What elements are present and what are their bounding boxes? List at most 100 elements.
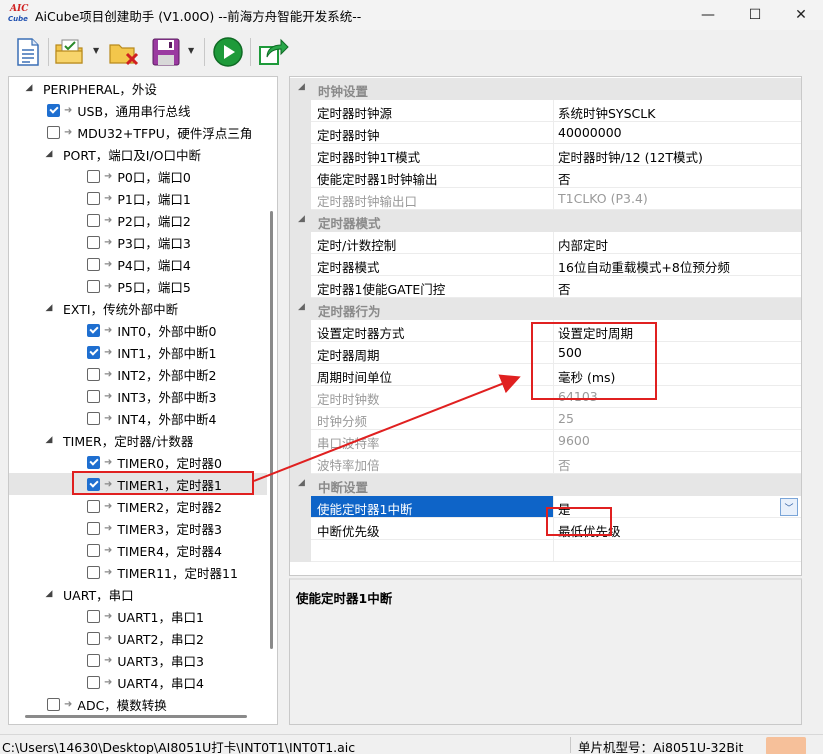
expand-toggle-icon[interactable]: ◢ <box>23 83 35 93</box>
run-button[interactable] <box>212 36 244 68</box>
tree-item[interactable]: ➜ UART3，串口3 <box>9 649 267 671</box>
export-button[interactable] <box>257 36 289 68</box>
open-project-button[interactable] <box>54 36 86 68</box>
tree-item-checkbox[interactable] <box>87 653 100 667</box>
property-name[interactable]: 周期时间单位 <box>311 364 554 386</box>
expand-toggle-icon[interactable]: ◢ <box>43 589 55 599</box>
category-collapse-icon[interactable]: ◢ <box>298 302 305 312</box>
tree-item[interactable]: ➜ P2口，端口2 <box>9 209 267 231</box>
property-name[interactable]: 定时/计数控制 <box>311 232 554 254</box>
property-name[interactable]: 定时器时钟输出口 <box>311 188 554 210</box>
property-row[interactable]: 波特率加倍否 <box>290 452 801 474</box>
tree-item-checkbox[interactable] <box>87 565 100 579</box>
tree-item[interactable]: ➜ INT4，外部中断4 <box>9 407 267 429</box>
tree-item[interactable]: ➜ INT0，外部中断0 <box>9 319 267 341</box>
property-row[interactable]: 定时器1使能GATE门控否 <box>290 276 801 298</box>
tree-item-checkbox[interactable] <box>87 235 100 249</box>
property-name[interactable]: 使能定时器1时钟输出 <box>311 166 554 188</box>
property-category[interactable]: ◢ 定时器模式 <box>290 210 801 232</box>
tree-item-checkbox[interactable] <box>87 455 100 469</box>
tree-item-checkbox[interactable] <box>87 213 100 227</box>
property-row[interactable]: 定时器时钟 40000000 <box>290 122 801 144</box>
save-dropdown-arrow[interactable]: ▼ <box>188 46 198 56</box>
tree-item[interactable]: ◢ EXTI，传统外部中断 <box>9 297 267 319</box>
tree-item[interactable]: ◢ PORT，端口及I/O口中断 <box>9 143 267 165</box>
property-name[interactable]: 定时器时钟源 <box>311 100 554 122</box>
tree-item-checkbox[interactable] <box>87 609 100 623</box>
expand-toggle-icon[interactable]: ◢ <box>43 303 55 313</box>
property-name[interactable]: 定时器时钟1T模式 <box>311 144 554 166</box>
tree-item-checkbox[interactable] <box>87 257 100 271</box>
tree-item-checkbox[interactable] <box>87 499 100 513</box>
property-row[interactable]: 串口波特率 9600 <box>290 430 801 452</box>
tree-item-checkbox[interactable] <box>87 191 100 205</box>
tree-item[interactable]: ➜ TIMER4，定时器4 <box>9 539 267 561</box>
tree-item-checkbox[interactable] <box>87 169 100 183</box>
tree-item[interactable]: ➜ USB，通用串行总线 <box>9 99 267 121</box>
property-value[interactable]: 内部定时 <box>554 232 801 254</box>
property-row[interactable]: 定时器时钟1T模式 定时器时钟/12 (12T模式) <box>290 144 801 166</box>
minimize-button[interactable]: — <box>685 0 731 30</box>
property-name[interactable]: 定时器模式 <box>311 254 554 276</box>
property-value[interactable] <box>554 540 801 562</box>
tree-horizontal-scroll-thumb[interactable] <box>25 715 247 718</box>
property-name[interactable]: 定时时钟数 <box>311 386 554 408</box>
tree-item-checkbox[interactable] <box>87 345 100 359</box>
property-name[interactable]: 中断优先级 <box>311 518 554 540</box>
tree-item[interactable]: ➜ UART2，串口2 <box>9 627 267 649</box>
tree-item[interactable]: ◢ PERIPHERAL，外设 <box>9 77 267 99</box>
property-name[interactable]: 定时器1使能GATE门控 <box>311 276 554 298</box>
property-name[interactable]: 使能定时器1中断 <box>311 496 554 518</box>
property-name[interactable]: 时钟分频 <box>311 408 554 430</box>
property-value[interactable]: 16位自动重载模式+8位预分频 <box>554 254 801 276</box>
save-button[interactable] <box>150 36 182 68</box>
tree-item[interactable]: ➜ MDU32+TFPU，硬件浮点三角 <box>9 121 267 143</box>
tree-vertical-scrollbar[interactable] <box>268 77 274 697</box>
property-row[interactable]: 时钟分频 25 <box>290 408 801 430</box>
property-name[interactable] <box>311 540 554 562</box>
tree-item[interactable]: ➜ P4口，端口4 <box>9 253 267 275</box>
property-row[interactable]: 定时器时钟输出口 T1CLKO (P3.4) <box>290 188 801 210</box>
property-value[interactable]: 定时器时钟/12 (12T模式) <box>554 144 801 166</box>
tree-item-checkbox[interactable] <box>47 103 60 117</box>
tree-item-checkbox[interactable] <box>87 323 100 337</box>
tree-item[interactable]: ➜ TIMER2，定时器2 <box>9 495 267 517</box>
tree-item[interactable]: ◢ TIMER，定时器/计数器 <box>9 429 267 451</box>
tree-item[interactable]: ➜ INT1，外部中断1 <box>9 341 267 363</box>
expand-toggle-icon[interactable]: ◢ <box>43 435 55 445</box>
property-row[interactable]: 定时器时钟源 系统时钟SYSCLK <box>290 100 801 122</box>
property-name[interactable]: 设置定时器方式 <box>311 320 554 342</box>
tree-item-checkbox[interactable] <box>87 389 100 403</box>
tree-item-checkbox[interactable] <box>87 521 100 535</box>
tree-item[interactable]: ➜ UART1，串口1 <box>9 605 267 627</box>
category-collapse-icon[interactable]: ◢ <box>298 82 305 92</box>
tree-item[interactable]: ➜ ADC，模数转换 <box>9 693 267 715</box>
tree-item[interactable]: ➜ INT3，外部中断3 <box>9 385 267 407</box>
property-row[interactable] <box>290 540 801 562</box>
close-project-button[interactable] <box>108 36 140 68</box>
tree-item[interactable]: ➜ TIMER0，定时器0 <box>9 451 267 473</box>
tree-item-checkbox[interactable] <box>47 125 60 139</box>
expand-toggle-icon[interactable]: ◢ <box>43 149 55 159</box>
tree-item[interactable]: ➜ TIMER3，定时器3 <box>9 517 267 539</box>
property-category[interactable]: ◢ 中断设置 <box>290 474 801 496</box>
tree-item[interactable]: ➜ TIMER11，定时器11 <box>9 561 267 583</box>
property-value[interactable]: 否 <box>554 166 801 188</box>
category-collapse-icon[interactable]: ◢ <box>298 214 305 224</box>
property-value[interactable]: 否 <box>554 276 801 298</box>
tree-item-checkbox[interactable] <box>87 675 100 689</box>
maximize-button[interactable]: ☐ <box>732 0 778 30</box>
property-value[interactable]: 40000000 <box>554 122 801 144</box>
tree-vertical-scroll-thumb[interactable] <box>270 211 273 649</box>
tree-item[interactable]: ➜ INT2，外部中断2 <box>9 363 267 385</box>
value-dropdown-button[interactable]: ﹀ <box>780 498 798 516</box>
tree-item[interactable]: ➜ P5口，端口5 <box>9 275 267 297</box>
open-dropdown-arrow[interactable]: ▼ <box>93 46 103 56</box>
tree-item-checkbox[interactable] <box>87 631 100 645</box>
property-row[interactable]: 定时/计数控制 内部定时 <box>290 232 801 254</box>
tree-item[interactable]: ➜ P0口，端口0 <box>9 165 267 187</box>
tree-item-checkbox[interactable] <box>87 279 100 293</box>
property-name[interactable]: 定时器时钟 <box>311 122 554 144</box>
tree-item[interactable]: ➜ P1口，端口1 <box>9 187 267 209</box>
tree-item[interactable]: ➜ P3口，端口3 <box>9 231 267 253</box>
